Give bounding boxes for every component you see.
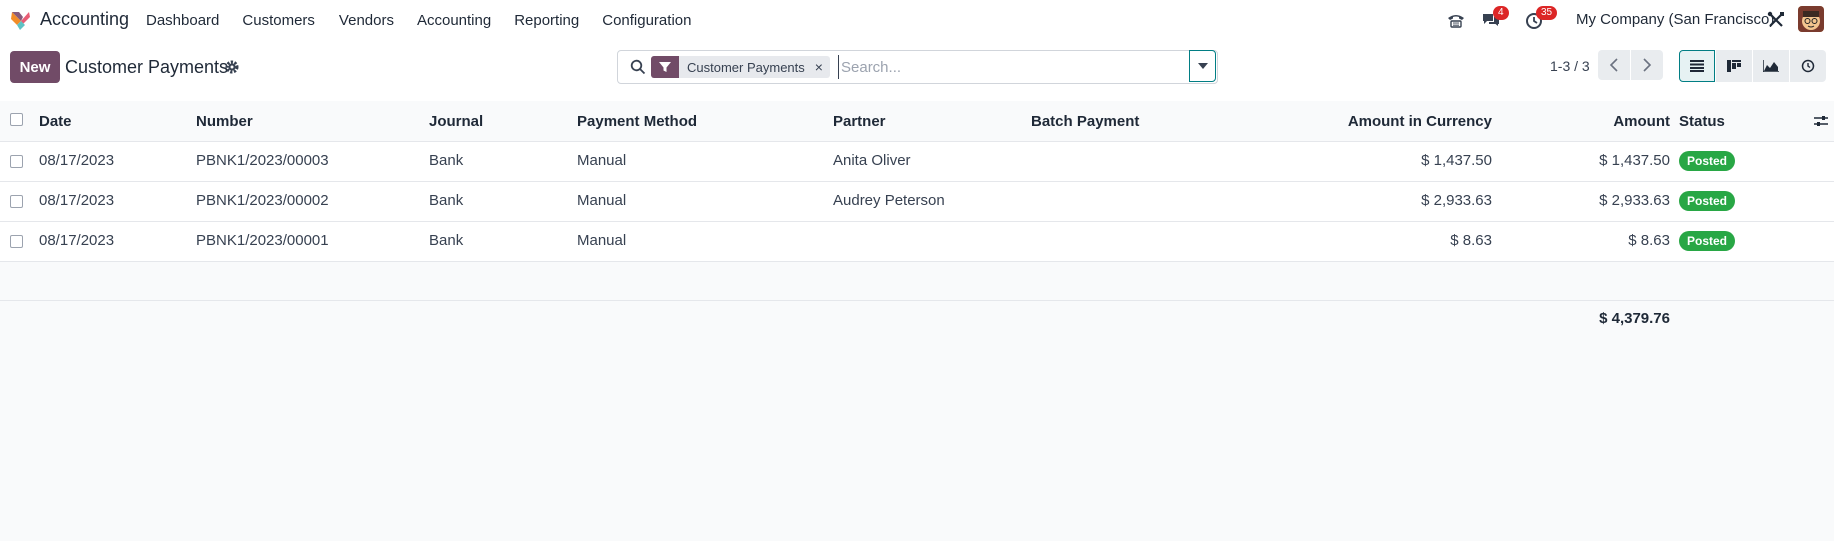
menu-vendors[interactable]: Vendors [339, 12, 394, 29]
accounting-app-icon[interactable] [9, 9, 31, 31]
cell-journal: Bank [429, 192, 464, 209]
cell-date: 08/17/2023 [39, 232, 115, 249]
search-input[interactable] [838, 55, 1203, 79]
menu-customers[interactable]: Customers [242, 12, 315, 29]
search-icon[interactable] [630, 59, 646, 75]
cell-number: PBNK1/2023/00002 [196, 192, 329, 209]
cell-number: PBNK1/2023/00001 [196, 232, 329, 249]
optional-columns-icon[interactable] [1814, 114, 1828, 128]
area-chart-icon [1763, 60, 1779, 72]
app-name[interactable]: Accounting [40, 9, 129, 30]
cell-payment-method: Manual [577, 232, 627, 249]
menu-dashboard[interactable]: Dashboard [146, 12, 219, 29]
col-number[interactable]: Number [196, 113, 253, 130]
cell-partner: Audrey Peterson [833, 192, 945, 209]
cell-journal: Bank [429, 152, 464, 169]
status-badge: Posted [1679, 231, 1736, 251]
caret-down-icon [1197, 63, 1208, 69]
activities-badge: 35 [1536, 6, 1558, 20]
select-all-checkbox[interactable] [10, 113, 23, 126]
status-badge: Posted [1679, 151, 1736, 171]
search-bar: Customer Payments × [617, 50, 1218, 84]
top-navbar: Accounting Dashboard Customers Vendors A… [0, 0, 1834, 40]
facet-remove-icon[interactable]: × [815, 59, 830, 75]
control-panel: New Customer Payments Customer Payments … [0, 40, 1834, 102]
menu-accounting[interactable]: Accounting [417, 12, 491, 29]
cell-date: 08/17/2023 [39, 192, 115, 209]
chevron-right-icon [1643, 58, 1652, 72]
user-avatar[interactable] [1798, 6, 1824, 32]
cell-date: 08/17/2023 [39, 152, 115, 169]
pager-next[interactable] [1631, 50, 1663, 80]
cell-journal: Bank [429, 232, 464, 249]
col-partner[interactable]: Partner [833, 113, 886, 130]
search-options-toggle[interactable] [1189, 50, 1216, 82]
cell-payment-method: Manual [577, 192, 627, 209]
table-row[interactable]: 08/17/2023 PBNK1/2023/00002 Bank Manual … [0, 182, 1834, 222]
status-badge: Posted [1679, 191, 1736, 211]
menu-configuration[interactable]: Configuration [602, 12, 691, 29]
new-button[interactable]: New [10, 51, 60, 83]
empty-row [0, 262, 1834, 301]
row-checkbox[interactable] [10, 155, 23, 168]
table-row[interactable]: 08/17/2023 PBNK1/2023/00001 Bank Manual … [0, 222, 1834, 262]
graph-view-button[interactable] [1753, 50, 1789, 82]
main-menu: Dashboard Customers Vendors Accounting R… [146, 0, 714, 40]
cell-amount: $ 1,437.50 [1599, 152, 1670, 169]
list-view-button[interactable] [1679, 50, 1715, 82]
cell-payment-method: Manual [577, 152, 627, 169]
col-amount[interactable]: Amount [1560, 113, 1670, 130]
menu-reporting[interactable]: Reporting [514, 12, 579, 29]
cell-amount: $ 2,933.63 [1599, 192, 1670, 209]
company-switcher[interactable]: My Company (San Francisco) [1576, 11, 1774, 28]
col-batch-payment[interactable]: Batch Payment [1031, 113, 1139, 130]
messages-badge: 4 [1493, 6, 1509, 20]
filter-icon [651, 56, 679, 78]
cell-partner: Anita Oliver [833, 152, 911, 169]
cell-amount-in-currency: $ 2,933.63 [1421, 192, 1492, 209]
phone-icon[interactable] [1446, 10, 1466, 30]
table-header: Date Number Journal Payment Method Partn… [0, 101, 1834, 142]
col-date[interactable]: Date [39, 113, 72, 130]
col-payment-method[interactable]: Payment Method [577, 113, 697, 130]
cell-amount: $ 8.63 [1628, 232, 1670, 249]
cell-amount-in-currency: $ 1,437.50 [1421, 152, 1492, 169]
avatar-face-icon [1798, 6, 1824, 32]
search-facet: Customer Payments × [651, 56, 830, 78]
list-icon [1690, 60, 1704, 72]
table-row[interactable]: 08/17/2023 PBNK1/2023/00003 Bank Manual … [0, 142, 1834, 182]
amount-total: $ 4,379.76 [1599, 310, 1670, 327]
payments-table: Date Number Journal Payment Method Partn… [0, 101, 1834, 301]
col-journal[interactable]: Journal [429, 113, 483, 130]
facet-label: Customer Payments [687, 59, 805, 75]
pager-previous[interactable] [1598, 50, 1630, 80]
cell-number: PBNK1/2023/00003 [196, 152, 329, 169]
row-checkbox[interactable] [10, 235, 23, 248]
gear-icon[interactable] [224, 59, 240, 75]
activity-view-button[interactable] [1790, 50, 1826, 82]
debug-tools-icon[interactable] [1766, 10, 1786, 30]
kanban-view-button[interactable] [1716, 50, 1752, 82]
cell-amount-in-currency: $ 8.63 [1450, 232, 1492, 249]
clock-icon [1801, 59, 1815, 73]
page-title: Customer Payments [65, 57, 229, 77]
col-status[interactable]: Status [1679, 113, 1725, 130]
row-checkbox[interactable] [10, 195, 23, 208]
col-amount-in-currency[interactable]: Amount in Currency [1300, 113, 1492, 130]
kanban-icon [1727, 60, 1741, 72]
chevron-left-icon [1609, 58, 1618, 72]
pager-value[interactable]: 1-3 / 3 [1550, 58, 1590, 74]
